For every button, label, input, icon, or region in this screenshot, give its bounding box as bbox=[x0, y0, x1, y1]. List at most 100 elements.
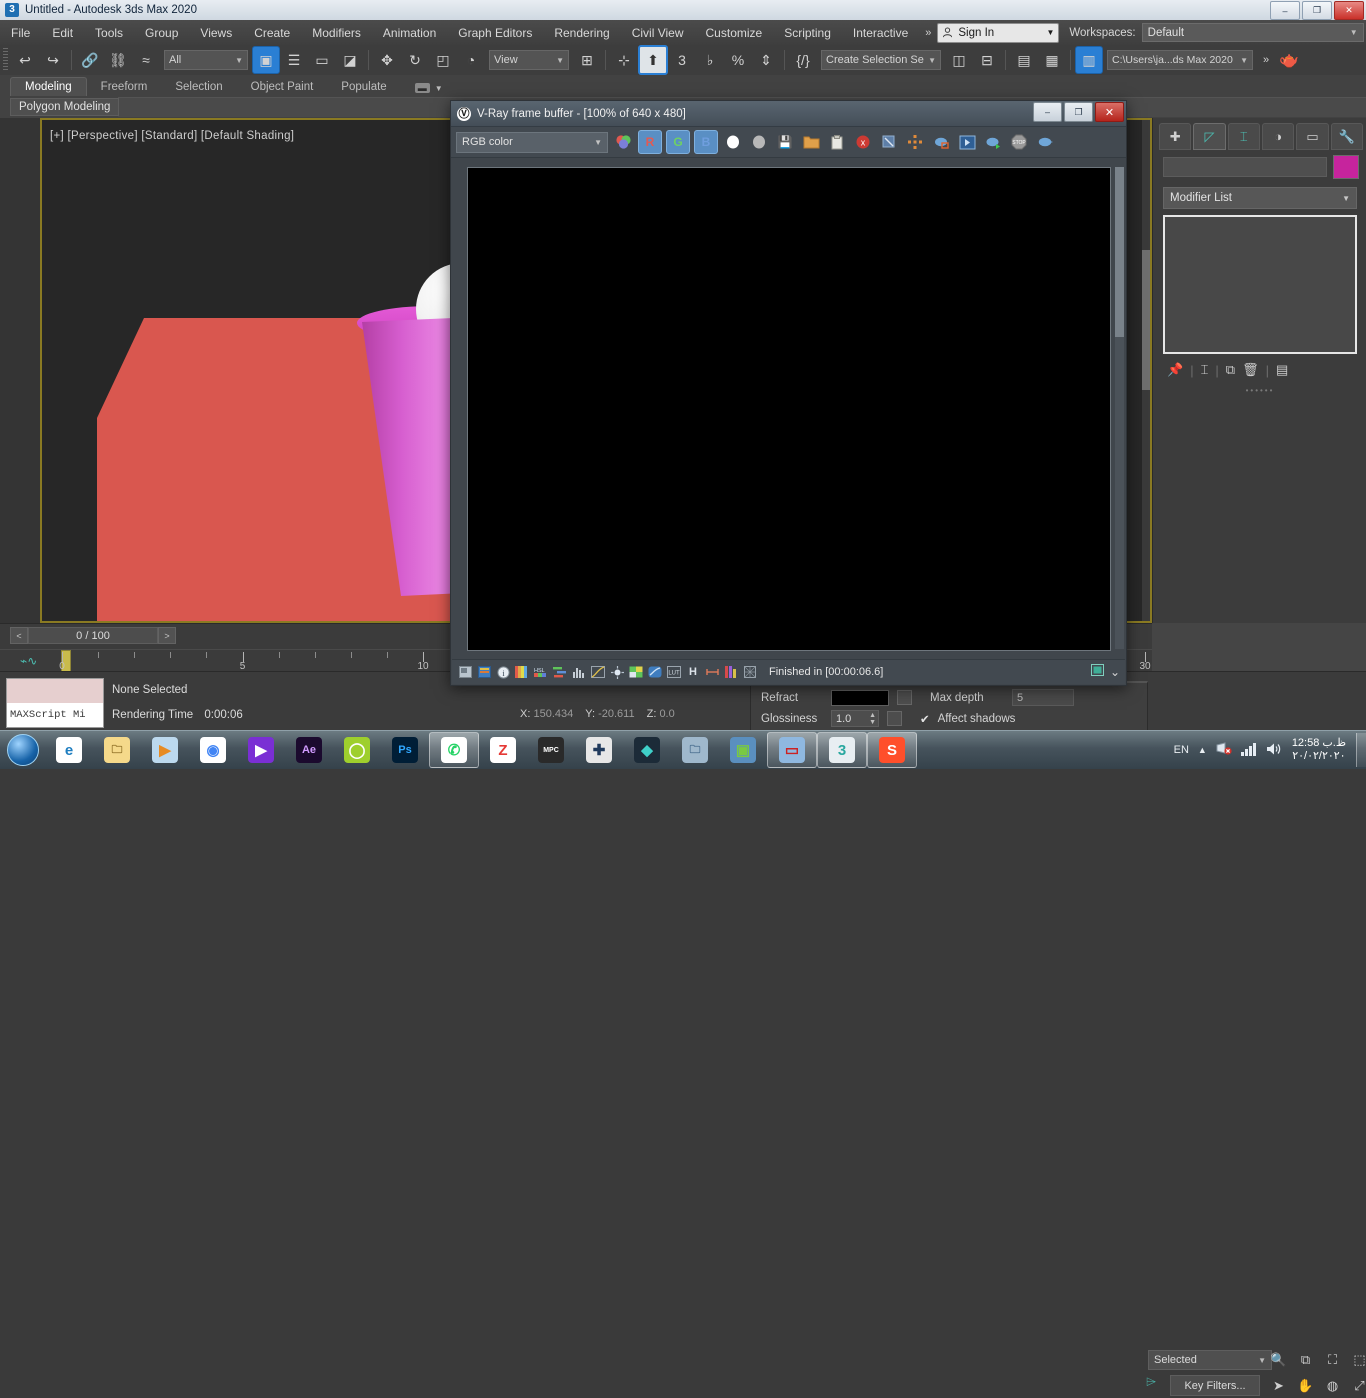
color-temp-icon[interactable] bbox=[647, 664, 663, 680]
ribbon-tab-selection[interactable]: Selection bbox=[161, 78, 236, 96]
select-and-rotate-icon[interactable]: ↻ bbox=[401, 46, 429, 74]
levels-icon[interactable] bbox=[571, 664, 587, 680]
maxscript-mini-listener[interactable]: MAXScript Mi bbox=[6, 678, 104, 728]
hierarchy-tab[interactable]: ⌶ bbox=[1227, 123, 1260, 150]
select-object-icon[interactable]: ▣ bbox=[252, 46, 280, 74]
render-setup-icon[interactable]: ▥ bbox=[1075, 46, 1103, 74]
glossiness-map-checkbox[interactable] bbox=[887, 711, 902, 726]
duplicate-vfb-icon[interactable] bbox=[878, 131, 900, 153]
menu-group[interactable]: Group bbox=[134, 23, 189, 43]
menu-animation[interactable]: Animation bbox=[372, 23, 447, 43]
red-channel-icon[interactable]: R bbox=[638, 130, 662, 154]
layer-explorer-icon[interactable]: ▤ bbox=[1010, 46, 1038, 74]
menu-graph-editors[interactable]: Graph Editors bbox=[447, 23, 543, 43]
zoom-extents-icon[interactable]: ⛶ bbox=[1320, 1348, 1345, 1372]
load-image-icon[interactable] bbox=[800, 131, 822, 153]
expand-icon[interactable]: ⌄ bbox=[1110, 665, 1120, 679]
show-hidden-icons-icon[interactable]: ▲ bbox=[1198, 745, 1207, 755]
taskbar-item-windows-media-player[interactable]: ▶ bbox=[141, 733, 189, 767]
monochrome-icon[interactable] bbox=[748, 131, 770, 153]
taskbar-item-3ds-max[interactable]: 3 bbox=[817, 732, 867, 768]
taskbar-item-teamviewer[interactable]: ◯ bbox=[333, 733, 381, 767]
next-frame-button[interactable]: > bbox=[158, 627, 176, 644]
taskbar-item-filmora[interactable]: ◆ bbox=[623, 733, 671, 767]
taskbar-item-media-player-classic[interactable]: ▶ bbox=[237, 733, 285, 767]
pan-icon[interactable]: ✋ bbox=[1293, 1374, 1318, 1398]
sign-in-button[interactable]: Sign In ▼ bbox=[937, 22, 1060, 43]
history-icon[interactable] bbox=[476, 664, 492, 680]
show-desktop-button[interactable] bbox=[1356, 733, 1366, 767]
edit-named-selection-icon[interactable]: ⇕ bbox=[752, 46, 780, 74]
clipboard-icon[interactable] bbox=[826, 131, 848, 153]
taskbar-item-after-effects[interactable]: Ae bbox=[285, 733, 333, 767]
pin-stack-icon[interactable]: 📌 bbox=[1167, 362, 1183, 378]
unlink-icon[interactable]: ⛓ bbox=[104, 46, 132, 74]
color-balance-icon[interactable] bbox=[552, 664, 568, 680]
taskbar-item-movie-maker[interactable]: ▣ bbox=[719, 733, 767, 767]
close-button[interactable]: ✕ bbox=[1334, 1, 1364, 20]
stamp-icon[interactable] bbox=[742, 664, 758, 680]
menu-customize[interactable]: Customize bbox=[695, 23, 774, 43]
placement-tool-icon[interactable]: ◔ bbox=[457, 46, 485, 74]
blue-channel-icon[interactable]: B bbox=[694, 130, 718, 154]
taskbar-item-remote-desktop[interactable]: ▭ bbox=[767, 732, 817, 768]
signal-icon[interactable] bbox=[1240, 742, 1257, 759]
affect-shadows-checkbox[interactable]: ✔ bbox=[920, 712, 930, 726]
ribbon-subtab-polygon-modeling[interactable]: Polygon Modeling bbox=[10, 97, 120, 116]
curve-icon[interactable] bbox=[590, 664, 606, 680]
snaps-toggle-icon[interactable]: ⬆ bbox=[638, 45, 668, 75]
reference-coordinate-system-combo[interactable]: View ▼ bbox=[489, 50, 569, 70]
modify-tab[interactable]: ◸ bbox=[1193, 123, 1226, 150]
spinner-arrows-icon[interactable]: ▲ ▼ bbox=[869, 712, 878, 726]
refract-color-swatch[interactable] bbox=[831, 689, 889, 706]
vfb-close-button[interactable]: ✕ bbox=[1095, 102, 1124, 122]
stereo-icon[interactable] bbox=[1090, 663, 1104, 681]
set-key-toggle-icon[interactable]: ⌲ bbox=[1146, 1374, 1156, 1390]
coord-y-value[interactable]: -20.611 bbox=[598, 708, 635, 720]
menu-create[interactable]: Create bbox=[243, 23, 301, 43]
green-channel-icon[interactable]: G bbox=[666, 130, 690, 154]
field-of-view-icon[interactable]: ➤ bbox=[1266, 1374, 1291, 1398]
menu-file[interactable]: File bbox=[0, 23, 41, 43]
render-last-icon[interactable] bbox=[956, 131, 978, 153]
clock[interactable]: 12:58 ظ.ب ٢٠/٠٢/٢٠٢٠ bbox=[1292, 737, 1350, 763]
remove-modifier-icon[interactable]: 🗑 bbox=[1242, 362, 1259, 378]
save-image-icon[interactable]: 💾 bbox=[774, 131, 796, 153]
current-frame-field[interactable]: 0 / 100 bbox=[28, 627, 158, 644]
taskbar-item-counter-strike[interactable]: ✚ bbox=[575, 733, 623, 767]
maximize-button[interactable]: ❐ bbox=[1302, 1, 1332, 20]
region-render-icon[interactable] bbox=[457, 664, 473, 680]
select-and-move-icon[interactable]: ✥ bbox=[373, 46, 401, 74]
alpha-channel-icon[interactable] bbox=[722, 131, 744, 153]
motion-tab[interactable]: ◑ bbox=[1261, 123, 1295, 150]
named-selection-sets-combo[interactable]: Create Selection Se ▼ bbox=[821, 50, 941, 70]
workspace-selector[interactable]: Default ▼ bbox=[1141, 23, 1364, 42]
menu-modifiers[interactable]: Modifiers bbox=[301, 23, 372, 43]
viewport-label[interactable]: [+] [Perspective] [Standard] [Default Sh… bbox=[50, 130, 294, 142]
vfb-render-canvas[interactable] bbox=[467, 167, 1111, 651]
undo-icon[interactable]: ↩ bbox=[11, 46, 39, 74]
coord-z-value[interactable]: 0.0 bbox=[659, 708, 674, 720]
taskbar-item-whatsapp[interactable]: ✆ bbox=[429, 732, 479, 768]
angle-snap-toggle-icon[interactable]: 3 bbox=[668, 46, 696, 74]
hue-icon[interactable]: H bbox=[685, 664, 701, 680]
taskbar-item-folder[interactable]: 🗀 bbox=[671, 733, 719, 767]
mirror-icon[interactable]: ◫ bbox=[945, 46, 973, 74]
clear-image-icon[interactable]: x bbox=[852, 131, 874, 153]
taskbar-item-snagit[interactable]: S bbox=[867, 732, 917, 768]
select-by-name-icon[interactable]: ☰ bbox=[280, 46, 308, 74]
configure-modifier-sets-icon[interactable]: ▤ bbox=[1276, 362, 1288, 378]
object-color-swatch[interactable] bbox=[1333, 155, 1359, 179]
select-and-scale-icon[interactable]: ◰ bbox=[429, 46, 457, 74]
hue-saturation-icon[interactable] bbox=[628, 664, 644, 680]
menu-civil-view[interactable]: Civil View bbox=[621, 23, 695, 43]
menu-views[interactable]: Views bbox=[189, 23, 243, 43]
panel-resize-grip[interactable]: •••••• bbox=[1153, 386, 1366, 395]
taskbar-item-internet-explorer[interactable]: e bbox=[45, 733, 93, 767]
taskbar-item-zarchiver[interactable]: Z bbox=[479, 733, 527, 767]
info-icon[interactable]: i bbox=[495, 664, 511, 680]
toolbar-grip[interactable] bbox=[3, 48, 8, 72]
language-indicator[interactable]: EN bbox=[1174, 744, 1189, 756]
ribbon-tab-modeling[interactable]: Modeling bbox=[10, 77, 87, 96]
menu-scripting[interactable]: Scripting bbox=[773, 23, 842, 43]
